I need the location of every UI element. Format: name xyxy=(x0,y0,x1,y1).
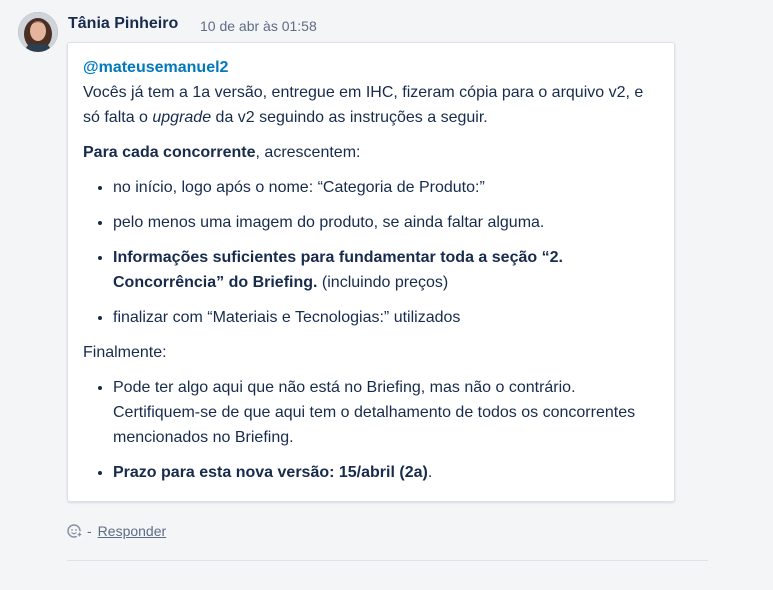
section-bold: Para cada concorrente xyxy=(83,144,256,161)
list-item: Informações suficientes para fundamentar… xyxy=(113,245,659,295)
section-heading-finally: Finalmente: xyxy=(83,344,167,361)
list-item: finalizar com “Materiais e Tecnologias:”… xyxy=(113,305,659,330)
footer-separator: - xyxy=(87,523,92,539)
section-heading-competitors: Para cada concorrente, acrescentem: xyxy=(83,140,659,165)
list-item: no início, logo após o nome: “Categoria … xyxy=(113,175,659,200)
deadline-rest: . xyxy=(427,464,433,481)
list-item: Pode ter algo aqui que não está no Brief… xyxy=(113,375,659,450)
competitor-requirements-list: no início, logo após o nome: “Categoria … xyxy=(83,175,659,330)
intro-text-2: da v2 seguindo as instruções a seguir. xyxy=(211,109,488,126)
list-item: pelo menos uma imagem do produto, se ain… xyxy=(113,210,659,235)
divider xyxy=(67,560,708,561)
avatar[interactable] xyxy=(18,12,58,52)
user-mention[interactable]: @mateusemanuel2 xyxy=(83,59,228,76)
add-reaction-icon[interactable] xyxy=(67,523,83,539)
list-item-text: pelo menos uma imagem do produto, se ain… xyxy=(113,214,545,231)
final-notes-list: Pode ter algo aqui que não está no Brief… xyxy=(83,375,659,485)
deadline-bold: Prazo para esta nova versão: 15/abril (2… xyxy=(113,464,428,481)
list-item: Prazo para esta nova versão: 15/abril (2… xyxy=(113,460,659,485)
avatar-photo xyxy=(18,12,58,52)
list-item-text: Pode ter algo aqui que não está no Brief… xyxy=(113,379,636,446)
comment-actions: - Responder xyxy=(67,520,166,542)
intro-italic: upgrade xyxy=(152,109,212,126)
comment-intro-paragraph: @mateusemanuel2 Vocês já tem a 1a versão,… xyxy=(83,55,659,130)
comment-body: @mateusemanuel2 Vocês já tem a 1a versão,… xyxy=(67,42,675,502)
comment-author[interactable]: Tânia Pinheiro xyxy=(68,15,178,33)
list-item-rest: (incluindo preços) xyxy=(317,274,449,291)
list-item-text: finalizar com “Materiais e Tecnologias:”… xyxy=(113,309,461,326)
reply-link[interactable]: Responder xyxy=(98,523,167,539)
list-item-text: no início, logo após o nome: “Categoria … xyxy=(113,179,485,196)
comment-timestamp[interactable]: 10 de abr às 01:58 xyxy=(200,18,317,34)
section-rest: , acrescentem: xyxy=(255,144,361,161)
